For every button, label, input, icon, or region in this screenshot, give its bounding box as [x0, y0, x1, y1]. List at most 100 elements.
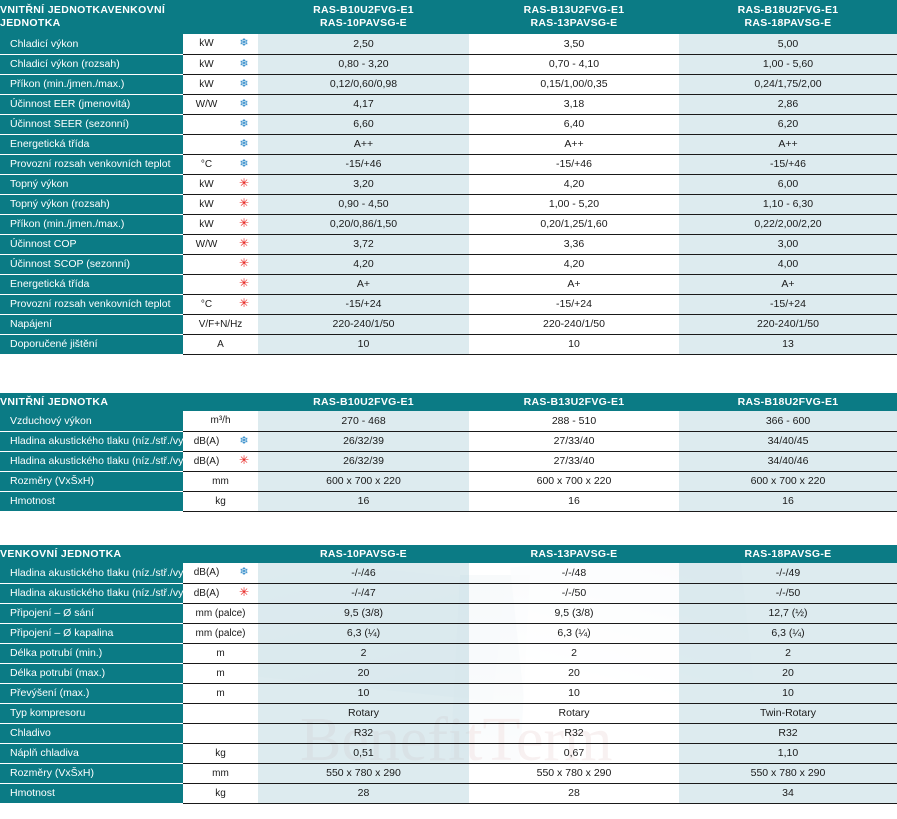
- table-row: Energetická třída ❄ A++ A++ A++: [0, 134, 897, 155]
- model-header-1: RAS-B10U2FVG-E1 RAS-10PAVSG-E: [258, 0, 469, 34]
- value-cell-col3: 12,7 (½): [679, 603, 897, 624]
- value-cell-col2: 1,00 - 5,20: [469, 194, 679, 215]
- row-unit: kW: [183, 174, 230, 195]
- header-spacer: [183, 393, 258, 411]
- model-outdoor-code: RAS-10PAVSG-E: [320, 17, 407, 29]
- row-label: Chladivo: [0, 723, 183, 744]
- value-cell-col1: 2: [258, 643, 469, 664]
- table-row: Doporučené jištění A 10 10 13: [0, 334, 897, 355]
- snowflake-icon: ❄: [230, 114, 258, 135]
- table-row: Provozní rozsah venkovních teplot °C ❄ -15/…: [0, 154, 897, 175]
- table-row: Příkon (min./jmen./max.) kW ✳ 0,20/0,86/1,5…: [0, 214, 897, 235]
- value-cell-col3: -15/+46: [679, 154, 897, 175]
- value-cell-col1: 16: [258, 491, 469, 512]
- value-cell-col1: 4,20: [258, 254, 469, 275]
- value-cell-col3: 220-240/1/50: [679, 314, 897, 335]
- value-cell-col3: -/-/49: [679, 563, 897, 584]
- value-cell-col1: 270 - 468: [258, 411, 469, 432]
- value-cell-col1: Rotary: [258, 703, 469, 724]
- value-cell-col2: 28: [469, 783, 679, 804]
- table-row: Rozměry (VxŠxH) mm 550 x 780 x 290 550 x 78…: [0, 763, 897, 784]
- row-label: Délka potrubí (min.): [0, 643, 183, 664]
- value-cell-col1: -/-/47: [258, 583, 469, 604]
- row-label: Příkon (min./jmen./max.): [0, 74, 183, 95]
- value-cell-col3: 34: [679, 783, 897, 804]
- row-label: Účinnost SCOP (sezonní): [0, 254, 183, 275]
- model-outdoor-code: RAS-13PAVSG-E: [530, 17, 618, 29]
- row-label: Chladicí výkon: [0, 34, 183, 55]
- value-cell-col1: 28: [258, 783, 469, 804]
- row-unit: W/W: [183, 234, 230, 255]
- row-label: Rozměry (VxŠxH): [0, 471, 183, 492]
- value-cell-col3: 0,24/1,75/2,00: [679, 74, 897, 95]
- value-cell-col3: A+: [679, 274, 897, 295]
- value-cell-col2: 3,50: [469, 34, 679, 55]
- value-cell-col2: 3,36: [469, 234, 679, 255]
- sun-icon: ✳: [230, 274, 258, 295]
- table-outdoor-unit: VENKOVNÍ JEDNOTKA RAS-10PAVSG-E RAS-13PAVS…: [0, 545, 897, 804]
- row-label: Hladina akustického tlaku (níz./stř./vys…: [0, 563, 195, 584]
- table-row: Hladina akustického tlaku (níz./stř./vys…: [0, 563, 897, 584]
- value-cell-col3: 34/40/45: [679, 431, 897, 452]
- table-row: Připojení – Ø kapalina mm (palce) 6,3 (¼) 6…: [0, 623, 897, 644]
- table-row: Náplň chladiva kg 0,51 0,67 1,10: [0, 743, 897, 764]
- value-cell-col2: 9,5 (3/8): [469, 603, 679, 624]
- row-label: Rozměry (VxŠxH): [0, 763, 183, 784]
- row-label: Účinnost EER (jmenovitá): [0, 94, 183, 115]
- row-unit: m: [183, 683, 258, 704]
- table-indoor-outdoor-combined-header-title: VNITŘNÍ JEDNOTKAVENKOVNÍ JEDNOTKA: [0, 0, 183, 34]
- snowflake-icon: ❄: [230, 74, 258, 95]
- table-indoor-unit-header-title: VNITŘNÍ JEDNOTKA: [0, 393, 183, 411]
- model-header-3: RAS-B18U2FVG-E1: [679, 393, 897, 411]
- value-cell-col3: 20: [679, 663, 897, 684]
- value-cell-col3: 6,00: [679, 174, 897, 195]
- row-label: Hladina akustického tlaku (níz./stř./vys…: [0, 451, 195, 472]
- table-row: Rozměry (VxŠxH) mm 600 x 700 x 220 600 x 70…: [0, 471, 897, 492]
- value-cell-col1: -15/+46: [258, 154, 469, 175]
- value-cell-col3: 10: [679, 683, 897, 704]
- sun-icon: ✳: [230, 294, 258, 315]
- value-cell-col2: 0,15/1,00/0,35: [469, 74, 679, 95]
- table-indoor-outdoor-combined: VNITŘNÍ JEDNOTKAVENKOVNÍ JEDNOTKA RAS-B10…: [0, 0, 897, 355]
- snowflake-icon: ❄: [230, 154, 258, 175]
- sun-icon: ✳: [230, 174, 258, 195]
- row-label: Účinnost SEER (sezonní): [0, 114, 183, 135]
- value-cell-col1: 10: [258, 334, 469, 355]
- value-cell-col2: 6,40: [469, 114, 679, 135]
- row-label: Účinnost COP: [0, 234, 183, 255]
- row-label: Délka potrubí (max.): [0, 663, 183, 684]
- value-cell-col2: 288 - 510: [469, 411, 679, 432]
- sun-icon: ✳: [230, 254, 258, 275]
- row-unit: kW: [183, 214, 230, 235]
- row-label: Energetická třída: [0, 134, 183, 155]
- snowflake-icon: ❄: [230, 94, 258, 115]
- value-cell-col2: A+: [469, 274, 679, 295]
- row-label: Chladicí výkon (rozsah): [0, 54, 183, 75]
- table-wrapper-3: VENKOVNÍ JEDNOTKA RAS-10PAVSG-E RAS-13PAVS…: [0, 545, 897, 804]
- value-cell-col2: 4,20: [469, 174, 679, 195]
- value-cell-col3: 1,10: [679, 743, 897, 764]
- table-row: Převýšení (max.) m 10 10 10: [0, 683, 897, 704]
- table-row: Energetická třída ✳ A+ A+ A+: [0, 274, 897, 295]
- row-unit: °C: [183, 294, 230, 315]
- value-cell-col1: 6,60: [258, 114, 469, 135]
- row-unit: [183, 274, 230, 295]
- value-cell-col3: 3,00: [679, 234, 897, 255]
- value-cell-col3: 13: [679, 334, 897, 355]
- value-cell-col2: 10: [469, 334, 679, 355]
- table-wrapper-2: VNITŘNÍ JEDNOTKA RAS-B10U2FVG-E1 RAS-B13U2…: [0, 393, 897, 512]
- value-cell-col2: 0,67: [469, 743, 679, 764]
- model-header-1: RAS-10PAVSG-E: [258, 545, 469, 563]
- row-label: Příkon (min./jmen./max.): [0, 214, 183, 235]
- value-cell-col3: 0,22/2,00/2,20: [679, 214, 897, 235]
- row-unit: [183, 134, 230, 155]
- model-header-2: RAS-B13U2FVG-E1 RAS-13PAVSG-E: [469, 0, 679, 34]
- row-label: Provozní rozsah venkovních teplot: [0, 294, 183, 315]
- model-indoor-code: RAS-13PAVSG-E: [530, 547, 618, 560]
- value-cell-col3: -15/+24: [679, 294, 897, 315]
- table-outdoor-unit-header-title: VENKOVNÍ JEDNOTKA: [0, 545, 183, 563]
- value-cell-col2: 6,3 (¼): [469, 623, 679, 644]
- model-indoor-code: RAS-18PAVSG-E: [744, 547, 832, 560]
- value-cell-col2: 0,70 - 4,10: [469, 54, 679, 75]
- value-cell-col3: 6,20: [679, 114, 897, 135]
